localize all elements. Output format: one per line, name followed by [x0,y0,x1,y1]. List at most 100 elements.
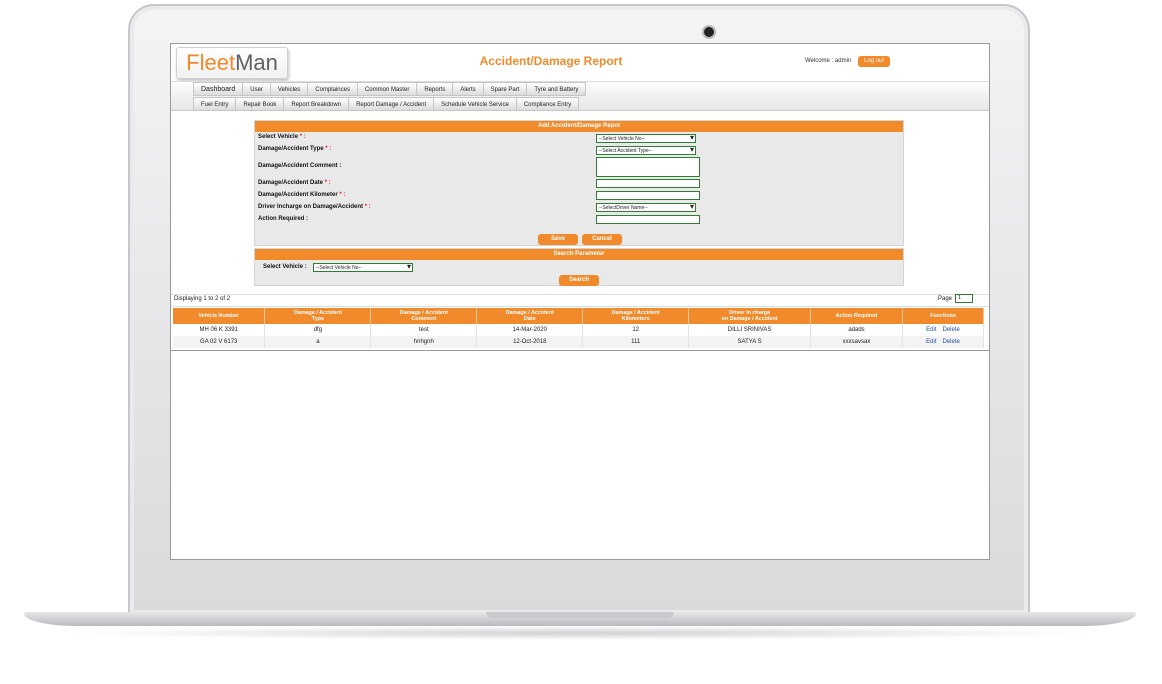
save-button[interactable]: Save [538,234,578,245]
menu-repair-book[interactable]: Repair Book [236,97,285,111]
col-accident-comment: Damage / Accident Comment [370,308,478,324]
page-title: Accident/Damage Report [479,54,623,68]
search-panel: Search Parameter Select Vehicle : --Sele… [254,248,904,286]
menu-spare-part[interactable]: Spare Part [483,82,528,96]
accident-table: Vehicle Number Damage / Accident Type Dam… [173,308,985,348]
logout-button[interactable]: Log out [858,56,890,67]
accident-date-input[interactable] [596,179,700,188]
col-text: Date [523,316,536,322]
welcome-text: Welcome : admin [805,58,852,64]
label-search-vehicle: Select Vehicle : [263,264,307,270]
menu-vehicles[interactable]: Vehicles [270,82,309,96]
label-text: Damage/Accident Date [258,180,324,186]
cell: 12 [582,324,690,336]
vehicle-select[interactable]: --Select Vehicle No-- [596,134,696,143]
page-select[interactable]: 1 [955,294,973,303]
cell: 111 [582,336,690,348]
col-text: Kilometers [621,316,650,322]
cell: SATYA S [688,336,812,348]
cell: adads [810,324,903,336]
menu-alerts[interactable]: Alerts [453,82,484,96]
col-text: Comment [411,316,437,322]
accident-comment-input[interactable] [596,157,700,177]
accident-km-input[interactable] [596,191,700,200]
label-select-vehicle: Select Vehicle * : [258,134,306,140]
menu-compliance-entry[interactable]: Compliance Entry [516,97,580,111]
col-accident-type: Damage / Accident Type [264,308,372,324]
table-row: GA 02 V 6173 a hnhgnh 12-Oct-2018 111 SA… [173,336,985,348]
col-accident-km: Damage / Accident Kilometers [582,308,690,324]
menu-row-sub: Fuel Entry Repair Book Report Breakdown … [193,97,580,111]
col-vehicle-number: Vehicle Number [173,308,266,324]
menu-report-damage[interactable]: Report Damage / Accident [349,97,435,111]
menu-schedule-service[interactable]: Schedule Vehicle Service [434,97,517,111]
cell: a [264,336,372,348]
cell: 14-Mar-2020 [476,324,584,336]
delete-link[interactable]: Delete [942,327,959,333]
col-action-required: Action Required [810,308,903,324]
action-required-input[interactable] [596,215,700,224]
app-screen: FleetMan Accident/Damage Report Welcome … [170,43,990,560]
label-text: Damage/Accident Type [258,146,324,152]
cell: GA 02 V 6173 [173,336,266,348]
col-driver: Driver In charge on Damage / Accident [688,308,812,324]
laptop-shadow [60,626,1100,640]
search-button[interactable]: Search [559,275,599,286]
cell: xxxsavsax [810,336,903,348]
edit-link[interactable]: Edit [926,339,936,345]
menu-row-main: Dashboard User Vehicles Complainces Comm… [193,82,587,96]
search-vehicle-select[interactable]: --Select Vehicle No-- [313,263,413,272]
label-accident-comment: Damage/Accident Comment : [258,163,342,169]
table-header-row: Vehicle Number Damage / Accident Type Dam… [173,308,985,324]
laptop-notch [486,612,674,618]
label-accident-km: Damage/Accident Kilometer * : [258,192,345,198]
col-text: Type [311,316,324,322]
col-text: Vehicle Number [198,313,239,319]
label-driver-incharge: Driver Incharge on Damage/Accident * : [258,204,371,210]
col-text: Functions [930,313,956,319]
search-header: Search Parameter [255,249,903,260]
col-text: on Damage / Accident [721,316,778,322]
cell: DILLI SRINIVAS [688,324,812,336]
menu-user[interactable]: User [243,82,271,96]
cancel-button[interactable]: Cancel [582,234,622,245]
cell: dfg [264,324,372,336]
required-mark: * : [299,134,306,140]
cell: test [370,324,478,336]
add-report-panel: Add Accident/Damage Repot Select Vehicle… [254,120,904,246]
label-action-required: Action Required : [258,216,309,222]
menu-reports[interactable]: Reports [417,82,454,96]
add-report-header: Add Accident/Damage Repot [255,121,903,132]
cell: 12-Oct-2018 [476,336,584,348]
label-text: Driver Incharge on Damage/Accident [258,204,364,210]
functions-cell: Edit Delete [902,324,985,336]
required-mark: * : [324,180,331,186]
col-accident-date: Damage / Accident Date [476,308,584,324]
menu-report-breakdown[interactable]: Report Breakdown [284,97,350,111]
menu-fuel-entry[interactable]: Fuel Entry [193,97,237,111]
label-accident-date: Damage/Accident Date * : [258,180,331,186]
logo-part-fleet: Fleet [186,50,236,75]
table-row: MH 06 K 3391 dfg test 14-Mar-2020 12 DIL… [173,324,985,336]
cell: MH 06 K 3391 [173,324,266,336]
label-accident-type: Damage/Accident Type * : [258,146,331,152]
menu-common-master[interactable]: Common Master [357,82,418,96]
menu-complainces[interactable]: Complainces [308,82,358,96]
camera-icon [704,27,714,37]
required-mark: * : [364,204,371,210]
col-functions: Functions [902,308,985,324]
edit-link[interactable]: Edit [926,327,936,333]
required-mark: * : [325,146,332,152]
driver-select[interactable]: --SelectDriver Name-- [596,203,696,212]
fleetman-logo[interactable]: FleetMan [176,47,288,79]
required-mark: * : [339,192,346,198]
label-text: Select Vehicle [258,134,299,140]
page-label: Page [938,296,953,302]
delete-link[interactable]: Delete [942,339,959,345]
menu-tyre-battery[interactable]: Tyre and Battery [527,82,587,96]
menu-dashboard[interactable]: Dashboard [193,82,244,96]
table-bottom-border [171,350,989,351]
logo-part-man: Man [235,50,278,75]
accident-type-select[interactable]: --Select Accident Type-- [596,146,696,155]
app-header: FleetMan Accident/Damage Report Welcome … [171,44,989,82]
